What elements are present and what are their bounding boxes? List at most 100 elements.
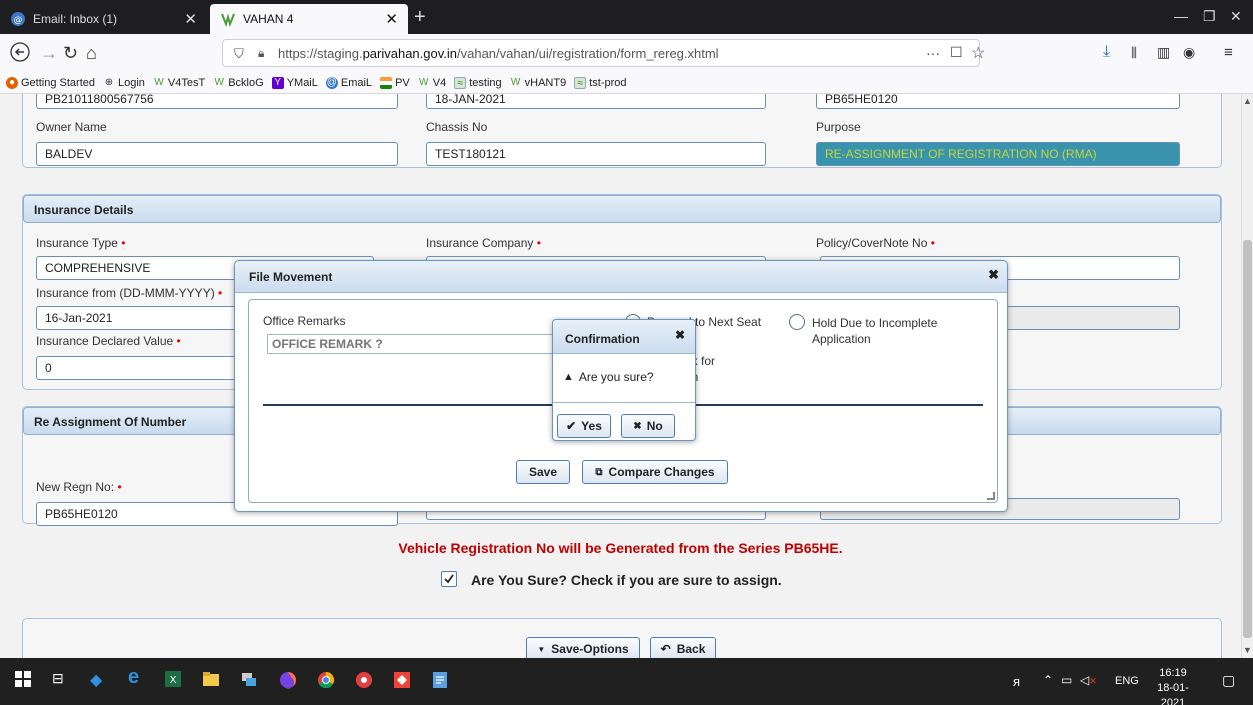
chassis-no-field[interactable]: TEST180121 (426, 142, 766, 166)
bookmark-login[interactable]: ⊕ Login (103, 77, 145, 89)
restore-icon[interactable]: ❐ (1203, 8, 1216, 25)
windows-start-icon[interactable] (14, 670, 34, 690)
close-window-icon[interactable]: ✕ (1230, 8, 1242, 25)
clock[interactable]: 16:19 18-01-2021 (1146, 666, 1200, 705)
back-icon[interactable] (10, 42, 30, 62)
app-icon[interactable] (354, 670, 374, 690)
bookmark-ymail[interactable]: Y YMaiL (271, 76, 318, 89)
more-actions-icon[interactable]: ··· (926, 45, 940, 61)
home-icon[interactable]: ⌂ (86, 43, 97, 64)
x-icon: ✖ (633, 420, 642, 432)
bookmark-getting-started[interactable]: ● Getting Started (6, 76, 95, 89)
download-icon[interactable]: ⤓ (1103, 43, 1110, 61)
close-dialog-icon[interactable]: ✖ (675, 328, 685, 342)
close-tab-icon[interactable]: ✕ (385, 10, 398, 28)
owner-name-field[interactable]: BALDEV (36, 142, 398, 166)
insurance-header: Insurance Details (23, 195, 1221, 223)
confirm-text: Are You Sure? Check if you are sure to a… (471, 572, 782, 588)
people-icon[interactable]: ᴙ (1013, 674, 1020, 689)
date-field[interactable]: 18-JAN-2021 (426, 94, 766, 109)
insurance-from-label: Insurance from (DD-MMM-YYYY) • (36, 286, 223, 300)
task-view-icon[interactable]: ⊟ (52, 670, 72, 690)
bookmark-star-icon[interactable]: ☆ (971, 43, 985, 63)
purpose-label: Purpose (816, 120, 861, 134)
hold-radio[interactable] (789, 314, 805, 330)
excel-icon[interactable]: X (164, 670, 184, 690)
firefox-icon: ● (6, 76, 18, 89)
back-button[interactable]: ↶ Back (650, 637, 716, 658)
save-options-button[interactable]: ▼ Save-Options (526, 637, 640, 658)
vahan-logo-icon: W (419, 76, 429, 88)
notification-icon[interactable]: ▢ (1222, 672, 1235, 689)
bookmark-tst-prod[interactable]: ≈ tst-prod (574, 76, 627, 89)
url-text[interactable]: https://staging.parivahan.gov.in/vahan/v… (278, 46, 719, 61)
scroll-down-icon[interactable]: ▼ (1243, 645, 1252, 655)
compare-changes-button[interactable]: ⧉ Compare Changes (582, 460, 728, 484)
save-button[interactable]: Save (516, 460, 570, 484)
tab-email[interactable]: @ Email: Inbox (1) ✕ (0, 4, 207, 34)
tab-title: VAHAN 4 (243, 12, 294, 26)
sidebar-icon[interactable]: ▥ (1157, 44, 1170, 61)
menu-icon[interactable]: ≡ (1224, 44, 1233, 61)
confirm-checkbox[interactable] (441, 571, 457, 587)
folder-icon[interactable] (202, 670, 222, 690)
owner-name-label: Owner Name (36, 120, 107, 134)
divider (553, 402, 695, 403)
yes-button[interactable]: ✔ Yes (557, 414, 611, 438)
scrollbar-thumb[interactable] (1243, 240, 1252, 638)
purpose-field[interactable]: RE-ASSIGNMENT OF REGISTRATION NO (RMA) (816, 142, 1180, 166)
close-dialog-icon[interactable]: ✖ (988, 267, 999, 283)
india-flag-icon (380, 76, 393, 89)
window-icon: ⧉ (595, 466, 603, 478)
pocket-icon[interactable]: ☐ (950, 44, 963, 61)
bookmark-testing[interactable]: ≈ testing (454, 76, 502, 89)
bookmark-backlog[interactable]: W BckloG (213, 77, 263, 89)
vahan-logo-icon (220, 11, 236, 27)
confirmation-dialog: Confirmation ✖ ▲ Are you sure? ✔ Yes ✖ No (552, 319, 696, 441)
regn-no-field[interactable]: PB65HE0120 (816, 94, 1180, 109)
bookmark-pv[interactable]: PV (380, 76, 410, 89)
firefox-icon[interactable] (278, 670, 298, 690)
minimize-icon[interactable]: — (1174, 8, 1188, 24)
forward-icon[interactable]: → (40, 43, 58, 64)
confirmation-title: Confirmation (553, 320, 695, 354)
language-indicator[interactable]: ENG (1115, 675, 1139, 687)
email-icon: @ (325, 76, 338, 89)
edge-icon[interactable]: e (128, 666, 148, 688)
tray-chevron-icon[interactable]: ⌃ (1043, 673, 1053, 687)
series-message: Vehicle Registration No will be Generate… (398, 540, 843, 556)
notepad-icon[interactable] (430, 670, 450, 690)
network-icon[interactable]: ▭ (1061, 673, 1072, 687)
application-no-field[interactable]: PB21011800567756 (36, 94, 398, 109)
file-movement-title: File Movement (235, 261, 1007, 293)
bookmarks-bar: ● Getting Started ⊕ Login W V4TesT W BckloG … (0, 72, 1253, 94)
close-tab-icon[interactable]: ✕ (184, 10, 197, 28)
chart-icon: ≈ (454, 76, 467, 89)
app-icon[interactable]: ◆ (90, 670, 110, 690)
chassis-no-label: Chassis No (426, 120, 488, 134)
bookmark-vhant9[interactable]: WvHANT9 (510, 76, 566, 89)
insurance-company-label: Insurance Company • (426, 236, 541, 250)
account-icon[interactable]: ◉ (1183, 44, 1195, 61)
vahan-logo-icon: W (510, 76, 521, 88)
reload-icon[interactable]: ↻ (63, 43, 78, 64)
no-button[interactable]: ✖ No (621, 414, 675, 438)
check-icon: ✔ (566, 419, 577, 433)
library-icon[interactable]: ⫼ (1131, 45, 1137, 61)
resize-handle[interactable] (987, 492, 995, 500)
bookmark-v4test[interactable]: W V4TesT (153, 77, 205, 89)
chrome-icon[interactable] (316, 670, 336, 690)
globe-icon: ⊕ (104, 76, 114, 88)
scroll-up-icon[interactable]: ▲ (1243, 96, 1252, 106)
bookmark-v4[interactable]: W V4 (418, 77, 446, 89)
bookmark-email[interactable]: @ EmaiL (325, 76, 372, 89)
shield-icon[interactable]: ⛉ (234, 46, 244, 62)
new-tab-button[interactable]: + (414, 6, 426, 29)
tab-vahan[interactable]: VAHAN 4 ✕ (210, 4, 408, 34)
office-remarks-input[interactable] (267, 334, 577, 354)
anydesk-icon[interactable] (392, 670, 412, 690)
back-arrow-icon: ↶ (660, 642, 671, 656)
lock-icon[interactable]: 🔒︎ (258, 46, 264, 61)
volume-icon[interactable]: ◁✕ (1080, 673, 1097, 687)
network-app-icon[interactable] (240, 670, 260, 690)
